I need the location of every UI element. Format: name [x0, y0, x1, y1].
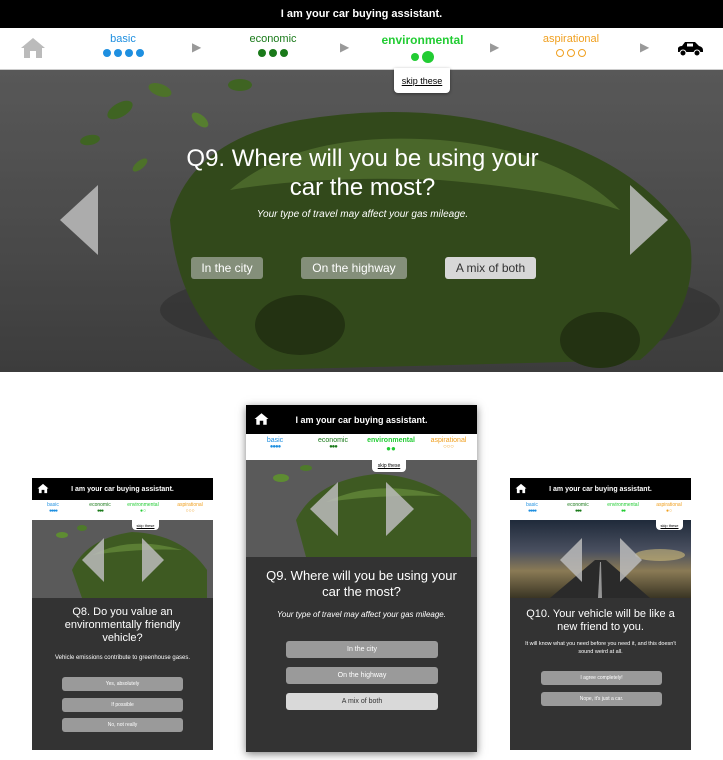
question-hint: It will know what you need before you ne…	[525, 641, 676, 655]
car-icon[interactable]	[676, 40, 704, 58]
home-icon[interactable]	[254, 412, 269, 426]
phone-progress-nav: basic ●●●● economic ●●● environmental ●● as…	[510, 500, 691, 520]
step-economic[interactable]: economic	[240, 33, 306, 57]
phone-mockup-right: I am your car buying assistant. basic ●●●…	[510, 478, 691, 750]
step-economic-dots	[240, 49, 306, 57]
next-arrow-icon[interactable]	[386, 482, 414, 536]
step-environmental[interactable]: environmental ●●	[602, 502, 644, 514]
question-hint: Your type of travel may affect your gas …	[256, 209, 469, 220]
step-aspirational[interactable]: aspirational ○○○	[172, 502, 208, 514]
option-in-the-city[interactable]: In the city	[191, 257, 263, 279]
phone-title-bar: I am your car buying assistant.	[246, 405, 477, 434]
next-arrow-icon[interactable]	[620, 538, 642, 582]
previous-arrow-icon[interactable]	[60, 185, 98, 255]
previous-arrow-icon[interactable]	[82, 538, 104, 582]
step-arrow-icon: ▶	[490, 40, 500, 54]
step-basic[interactable]: basic ●●●●	[258, 437, 292, 450]
step-economic[interactable]: economic ●●●	[314, 437, 352, 450]
phone-title: I am your car buying assistant.	[71, 485, 174, 493]
question-title: Q8. Do you value an environmentally frie…	[64, 606, 181, 644]
step-aspirational-label: aspirational	[430, 437, 467, 444]
grass-car-image	[0, 70, 723, 372]
step-aspirational-dots	[535, 49, 607, 57]
previous-arrow-icon[interactable]	[560, 538, 582, 582]
question-title: Q9. Where will you be using your car the…	[266, 568, 457, 599]
phone-title: I am your car buying assistant.	[295, 414, 428, 425]
phone-progress-nav: basic ●●●● economic ●●● environmental ●○ as…	[32, 500, 213, 520]
step-basic-label: basic	[110, 33, 136, 45]
step-environmental-label: environmental	[367, 437, 415, 444]
option-on-the-highway[interactable]: On the highway	[286, 667, 438, 684]
step-basic-dots	[95, 49, 151, 57]
step-arrow-icon: ▶	[340, 40, 350, 54]
next-arrow-icon[interactable]	[142, 538, 164, 582]
home-icon[interactable]	[515, 483, 527, 494]
phone-mockup-left: I am your car buying assistant. basic ●●●…	[32, 478, 213, 750]
step-environmental-dots	[375, 51, 470, 63]
progress-nav: basic ▶ economic ▶ environmental ▶ aspir…	[0, 28, 723, 70]
home-icon[interactable]	[37, 483, 49, 494]
road-landscape-image	[510, 520, 691, 598]
step-aspirational[interactable]: aspirational	[535, 33, 607, 57]
option-in-the-city[interactable]: In the city	[286, 641, 438, 658]
step-arrow-icon: ▶	[640, 40, 650, 54]
option-i-agree-completely[interactable]: I agree completely!	[541, 671, 662, 685]
step-environmental[interactable]: environmental ●○	[122, 502, 164, 514]
skip-these-link[interactable]: skip these	[394, 68, 450, 93]
step-basic[interactable]: basic ●●●●	[518, 502, 546, 514]
step-economic-label: economic	[318, 437, 348, 444]
question-hint: Your type of travel may affect your gas …	[277, 610, 446, 619]
next-arrow-icon[interactable]	[630, 185, 668, 255]
step-aspirational-label: aspirational	[542, 33, 600, 45]
skip-these-link[interactable]: skip these	[372, 460, 406, 472]
grass-car-image	[32, 520, 213, 598]
step-basic-label: basic	[266, 437, 284, 444]
option-on-the-highway[interactable]: On the highway	[301, 257, 407, 279]
phone-mockup-center: I am your car buying assistant. basic ●●●…	[246, 405, 477, 752]
home-icon[interactable]	[20, 36, 46, 60]
option-if-possible[interactable]: If possible	[62, 698, 183, 712]
step-economic-label: economic	[249, 33, 297, 45]
step-environmental-label: environmental	[381, 33, 464, 47]
step-aspirational[interactable]: aspirational ●○	[650, 502, 688, 514]
question-title: Q10. Your vehicle will be like a new fri…	[526, 608, 675, 633]
question-title: Q9. Where will you be using your car the…	[186, 145, 539, 201]
option-nope-its-just-a-car[interactable]: Nope, it's just a car.	[541, 692, 662, 706]
option-yes-absolutely[interactable]: Yes, absolutely	[62, 677, 183, 691]
phone-title-bar: I am your car buying assistant.	[32, 478, 213, 500]
grass-car-image	[246, 460, 477, 557]
step-economic[interactable]: economic ●●●	[563, 502, 593, 514]
phone-progress-nav: basic ●●●● economic ●●● environmental ●● as…	[246, 434, 477, 460]
option-a-mix-of-both[interactable]: A mix of both	[445, 257, 536, 279]
option-a-mix-of-both[interactable]: A mix of both	[286, 693, 438, 710]
phone-title-bar: I am your car buying assistant.	[510, 478, 691, 500]
step-basic[interactable]: basic	[95, 33, 151, 57]
step-arrow-icon: ▶	[192, 40, 202, 54]
step-economic[interactable]: economic ●●●	[85, 502, 115, 514]
step-basic[interactable]: basic ●●●●	[40, 502, 66, 514]
step-environmental[interactable]: environmental ●●	[364, 437, 418, 453]
previous-arrow-icon[interactable]	[310, 482, 338, 536]
question-hero: Q9. Where will you be using your car the…	[0, 70, 723, 372]
option-no-not-really[interactable]: No, not really	[62, 718, 183, 732]
app-title: I am your car buying assistant.	[280, 8, 443, 20]
step-aspirational[interactable]: aspirational ○○○	[426, 437, 471, 450]
skip-these-link[interactable]: skip these	[132, 520, 159, 530]
phone-title: I am your car buying assistant.	[549, 485, 652, 493]
question-hint: Vehicle emissions contribute to greenhou…	[54, 655, 191, 661]
skip-these-link[interactable]: skip these	[656, 520, 683, 530]
step-environmental[interactable]: environmental	[375, 33, 470, 63]
app-title-bar: I am your car buying assistant.	[0, 0, 723, 28]
